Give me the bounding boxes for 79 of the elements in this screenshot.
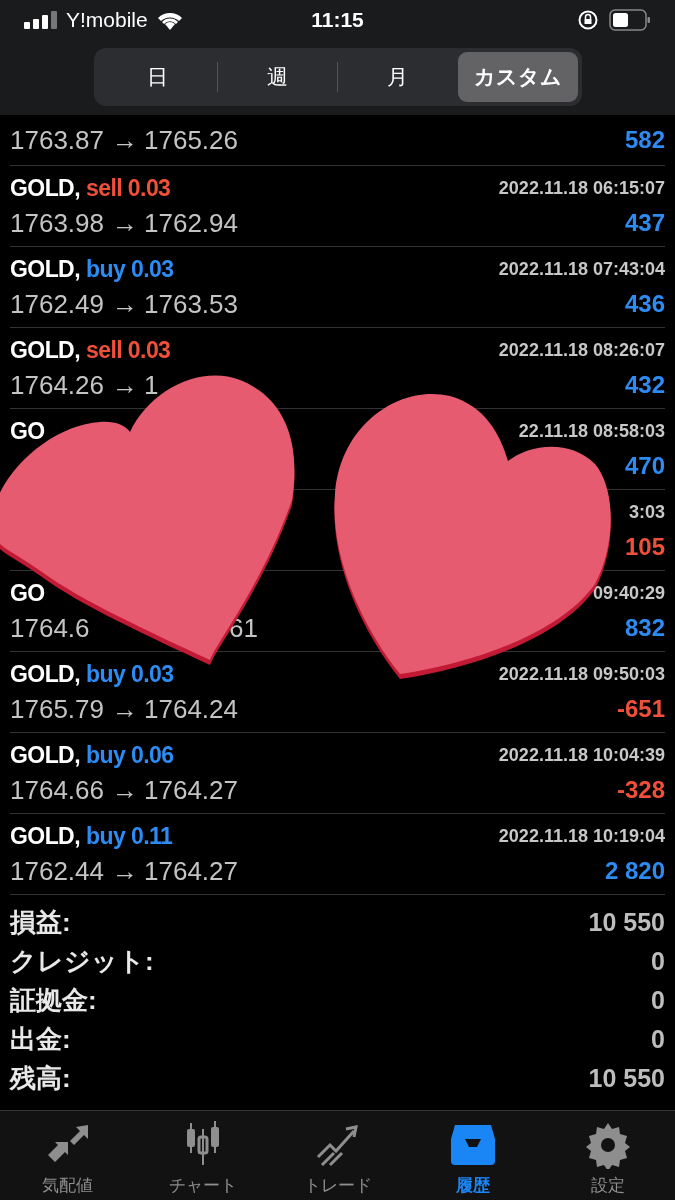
open-price: 1765.79 xyxy=(10,692,105,726)
close-price: 1 xyxy=(144,368,159,402)
profit-value: 105 xyxy=(624,532,665,562)
symbol-label: GOLD, xyxy=(10,659,80,689)
symbol-label: GOLD, xyxy=(10,740,80,770)
trade-time: 2022.11.18 07:43:04 xyxy=(498,257,665,281)
trade-time: 3:03 xyxy=(628,500,665,524)
symbol-label: GOLD, xyxy=(10,173,80,203)
arrow-symbol: → xyxy=(111,854,139,888)
summary-value: 0 xyxy=(651,1023,665,1055)
trade-side-volume: sell 0.03 xyxy=(85,335,171,365)
tab-bar-item[interactable]: 履歴 xyxy=(405,1111,540,1200)
period-tab[interactable]: 日 xyxy=(97,52,217,102)
arrow-symbol: → xyxy=(111,692,139,726)
summary-value: 0 xyxy=(651,984,665,1016)
trade-time: 2022.11.18 08:26:07 xyxy=(498,338,665,362)
symbol-label: GOLD, xyxy=(10,821,80,851)
arrow-symbol: → xyxy=(111,773,139,807)
profit-value: 832 xyxy=(624,613,665,643)
arrow-symbol: → xyxy=(111,206,139,240)
open-price: 1762.49 xyxy=(10,287,105,321)
signal-icon xyxy=(24,11,58,29)
arrow-symbol: → xyxy=(111,123,139,157)
tab-bar-item[interactable]: 設定 xyxy=(540,1111,675,1200)
trade-time: 09:40:29 xyxy=(592,581,665,605)
summary-value: 10 550 xyxy=(588,1062,665,1094)
close-price: 1764.24 xyxy=(144,692,238,726)
symbol-label: GO xyxy=(10,578,45,608)
open-price: 1764.6 xyxy=(10,611,91,645)
open-price: 1763.87 xyxy=(10,123,105,157)
arrow-symbol: → xyxy=(111,368,139,402)
profit-value: 432 xyxy=(624,370,665,400)
open-price: 1764.66 xyxy=(10,773,105,807)
summary-label: 損益: xyxy=(10,906,71,939)
trade-time: 2022.11.18 10:19:04 xyxy=(498,824,665,848)
trade-time: 2022.11.18 06:15:07 xyxy=(498,176,665,200)
profit-value: 470 xyxy=(624,451,665,481)
profit-value: -328 xyxy=(616,775,665,805)
symbol-label: GOLD, xyxy=(10,335,80,365)
tab-bar-item[interactable]: チャート xyxy=(135,1111,270,1200)
tab-bar-item[interactable]: トレード xyxy=(270,1111,405,1200)
close-price: 1764.27 xyxy=(144,854,238,888)
summary-value: 10 550 xyxy=(588,906,665,938)
profit-value: 436 xyxy=(624,289,665,319)
summary-value: 0 xyxy=(651,945,665,977)
trade-side-volume: buy 0.11 xyxy=(85,821,173,851)
summary-label: クレジット: xyxy=(10,945,154,978)
symbol-label: GO xyxy=(10,416,45,446)
profit-value: 437 xyxy=(624,208,665,238)
tab-bar-item[interactable]: 気配値 xyxy=(0,1111,135,1200)
battery-icon xyxy=(609,9,651,31)
close-price: 1764.27 xyxy=(144,773,238,807)
summary-label: 出金: xyxy=(10,1023,71,1056)
trade-side-volume: sell 0.03 xyxy=(85,173,171,203)
carrier-name: Y!mobile xyxy=(66,7,148,34)
close-price: 1765.26 xyxy=(144,123,238,157)
trade-time: 22.11.18 08:58:03 xyxy=(518,419,665,443)
close-price: 1762.94 xyxy=(144,206,238,240)
open-price: 1764.26 xyxy=(10,368,105,402)
profit-value: 2 820 xyxy=(604,856,665,886)
close-price: 1763.53 xyxy=(144,287,238,321)
rotation-lock-icon xyxy=(577,9,599,31)
trade-side-volume: buy 0.03 xyxy=(85,254,174,284)
clock-time: 11:15 xyxy=(311,7,364,34)
trade-side-volume: buy 0.06 xyxy=(85,740,174,770)
symbol-label: GOLD, xyxy=(10,254,80,284)
trade-side-volume: buy 0.03 xyxy=(85,659,174,689)
open-price: 1762.44 xyxy=(10,854,105,888)
profit-value: 582 xyxy=(624,125,665,155)
open-price: 1763.98 xyxy=(10,206,105,240)
trade-time: 2022.11.18 09:50:03 xyxy=(498,662,665,686)
trade-time: 2022.11.18 10:04:39 xyxy=(498,743,665,767)
profit-value: -651 xyxy=(616,694,665,724)
arrow-symbol: → xyxy=(111,287,139,321)
period-tab[interactable]: カスタム xyxy=(458,52,578,102)
period-tab[interactable]: 週 xyxy=(217,52,337,102)
summary-label: 証拠金: xyxy=(10,984,97,1017)
period-tab[interactable]: 月 xyxy=(338,52,458,102)
summary-label: 残高: xyxy=(10,1062,71,1095)
